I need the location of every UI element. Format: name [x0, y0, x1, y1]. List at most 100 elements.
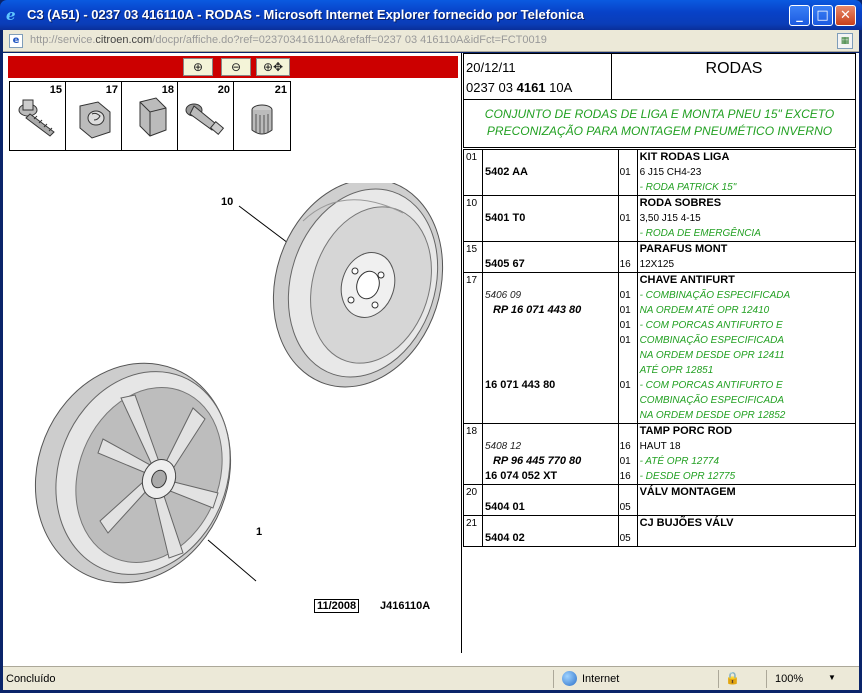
- zoom-pan-button[interactable]: ⊕✥: [256, 58, 290, 76]
- quantity-line: 16: [619, 471, 631, 482]
- parts-header: 20/12/11 0237 03 4161 10A RODAS: [463, 53, 856, 100]
- reference-cell: 5408 12 RP 96 445 770 80 16 074 052 XT: [481, 423, 619, 485]
- zoom-in-button[interactable]: ⊕: [183, 58, 213, 76]
- quantity-line: [619, 273, 637, 288]
- part-thumb-17[interactable]: 17: [66, 82, 122, 150]
- item-label: 10: [466, 198, 478, 209]
- callout-1: 1: [256, 526, 263, 538]
- description-line: CJ BUJÕES VÁLV: [639, 517, 734, 529]
- part-thumb-20[interactable]: 20: [178, 82, 234, 150]
- reference-line: [483, 273, 618, 288]
- description-cell: VÁLV MONTAGEM: [636, 484, 857, 516]
- quantity-line: 16: [619, 259, 631, 270]
- quantity-line: 01: [619, 456, 631, 467]
- url-prefix: http://service.: [30, 34, 96, 46]
- address-bar[interactable]: e http://service.citroen.com/docpr/affic…: [3, 30, 859, 52]
- reference-line: 16 074 052 XT: [484, 470, 558, 482]
- parts-row[interactable]: 20 5404 01 05 VÁLV MONTAGEM: [463, 484, 857, 516]
- quantity-line: 01: [619, 305, 631, 316]
- title-bar[interactable]: e C3 (A51) - 0237 03 416110A - RODAS - M…: [0, 0, 862, 30]
- nut-cap-icon: [139, 97, 167, 137]
- description-cell: KIT RODAS LIGA 6 J15 CH4-23 - RODA PATRICK…: [636, 149, 857, 196]
- description-cell: CHAVE ANTIFURT - COMBINAÇÃO ESPECIFICADA N…: [636, 272, 857, 424]
- header-date: 20/12/11: [466, 60, 516, 75]
- item-number: 01: [463, 149, 483, 196]
- description-line: 3,50 J15 4-15: [639, 213, 701, 224]
- minimize-button[interactable]: _: [789, 5, 810, 26]
- reference-line: 16 071 443 80: [484, 379, 556, 391]
- quantity-line: 05: [619, 533, 631, 544]
- maximize-button[interactable]: □: [812, 5, 833, 26]
- reference-line: [483, 516, 618, 531]
- compatibility-icon[interactable]: ▦: [837, 33, 853, 49]
- description-line: 12X125: [639, 259, 675, 270]
- security-zone[interactable]: Internet: [582, 673, 619, 685]
- zoom-out-button[interactable]: ⊖: [221, 58, 251, 76]
- window-title: C3 (A51) - 0237 03 416110A - RODAS - Mic…: [27, 7, 584, 22]
- item-number: 10: [463, 195, 483, 242]
- url-path: /docpr/affiche.do?ref=023703416110A&refa…: [152, 34, 547, 46]
- description-line: 6 J15 CH4-23: [639, 167, 702, 178]
- description-cell: TAMP PORC ROD HAUT 18 - ATÉ OPR 12774 - DES…: [636, 423, 857, 485]
- header-info: 20/12/11 0237 03 4161 10A: [464, 54, 612, 99]
- assembly-description: CONJUNTO DE RODAS DE LIGA E MONTA PNEU 1…: [463, 100, 856, 148]
- parts-row[interactable]: 10 5401 T0 01 RODA SOBRES 3,50 J15 4-15 - ROD…: [463, 195, 857, 242]
- reference-line: 5402 AA: [484, 166, 528, 178]
- pane-divider: [461, 53, 462, 653]
- page-content: ⊕ ⊖ ⊕✥ 15 17 18 20 21 10 1 11/2008 J4161…: [3, 53, 859, 666]
- part-thumb-21[interactable]: 21: [234, 82, 290, 150]
- address-url[interactable]: http://service.citroen.com/docpr/affiche…: [30, 34, 547, 46]
- parts-row[interactable]: 15 5405 67 16 PARAFUS MONT 12X125: [463, 241, 857, 273]
- parts-row[interactable]: 01 5402 AA 01 KIT RODAS LIGA 6 J15 CH4-23 - R…: [463, 149, 857, 196]
- quantity-line: [619, 348, 637, 363]
- description-line: RODA SOBRES: [639, 197, 722, 209]
- parts-row[interactable]: 21 5404 02 05 CJ BUJÕES VÁLV: [463, 515, 857, 547]
- header-code: 0237 03 4161 10A: [466, 80, 572, 95]
- description-cell: CJ BUJÕES VÁLV: [636, 515, 857, 547]
- diagram-date: 11/2008: [314, 599, 360, 613]
- page-icon: e: [9, 34, 23, 48]
- reference-line: 5406 09: [484, 290, 522, 301]
- reference-line: [483, 150, 618, 165]
- quantity-line: 01: [619, 213, 631, 224]
- description-line: PRECONIZAÇÃO PARA MONTAGEM PNEUMÉTICO IN…: [486, 124, 833, 138]
- chevron-down-icon[interactable]: ▼: [828, 673, 836, 682]
- description-line: - RODA PATRICK 15": [639, 182, 737, 193]
- reference-cell: 5402 AA: [481, 149, 619, 196]
- quantity-cell: 05: [617, 515, 638, 547]
- quantity-line: [619, 424, 637, 439]
- close-button[interactable]: ✕: [835, 5, 856, 26]
- page-title: RODAS: [705, 60, 763, 77]
- quantity-line: 01: [619, 167, 631, 178]
- item-label: 17: [466, 275, 478, 286]
- bolt-icon: [18, 99, 55, 137]
- item-label: 18: [466, 426, 478, 437]
- parts-row[interactable]: 17 5406 09 RP 16 071 443 80 16 071 443 80 01…: [463, 272, 857, 424]
- antitheft-nut-icon: [79, 101, 111, 139]
- reference-line: [483, 333, 618, 348]
- reference-line: [483, 242, 618, 257]
- quantity-line: [619, 196, 637, 211]
- part-thumb-15[interactable]: 15: [10, 82, 66, 150]
- zoom-level[interactable]: 100%: [775, 673, 803, 685]
- internet-explorer-icon: e: [6, 6, 16, 24]
- wheel-diagram: [34, 183, 444, 584]
- part-thumb-18[interactable]: 18: [122, 82, 178, 150]
- parts-row[interactable]: 18 5408 12 RP 96 445 770 80 16 074 052 XT 16…: [463, 423, 857, 485]
- diagram-toolbar: ⊕ ⊖ ⊕✥: [8, 56, 458, 78]
- protected-mode-icon[interactable]: 🔒: [725, 671, 740, 685]
- browser-window: e C3 (A51) - 0237 03 416110A - RODAS - M…: [0, 0, 862, 693]
